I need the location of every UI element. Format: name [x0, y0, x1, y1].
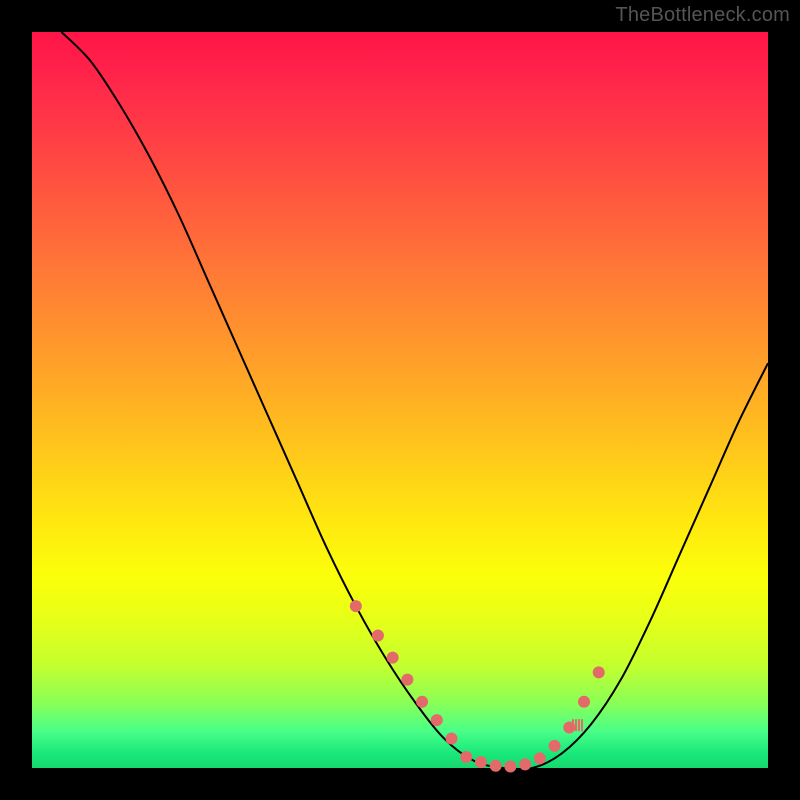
curve-marker-dot	[431, 714, 443, 726]
watermark-text: TheBottleneck.com	[615, 4, 790, 27]
curve-marker-dot	[549, 740, 561, 752]
curve-marker-dot	[416, 696, 428, 708]
curve-marker-dot	[387, 652, 399, 664]
curve-marker-dot	[372, 630, 384, 642]
curve-marker-dot	[460, 751, 472, 763]
curve-markers-group	[350, 600, 605, 772]
bottleneck-curve-line	[61, 32, 768, 769]
curve-marker-dot	[475, 756, 487, 768]
curve-marker-dot	[446, 733, 458, 745]
curve-marker-dot	[350, 600, 362, 612]
curve-marker-dot	[504, 761, 516, 773]
curve-marker-dot	[578, 696, 590, 708]
chart-gradient-background	[32, 32, 768, 768]
bottleneck-curve-svg	[32, 32, 768, 768]
curve-marker-dot	[534, 752, 546, 764]
curve-marker-dot	[593, 666, 605, 678]
curve-marker-dot	[519, 758, 531, 770]
curve-marker-dot	[401, 674, 413, 686]
curve-marker-dot	[490, 760, 502, 772]
